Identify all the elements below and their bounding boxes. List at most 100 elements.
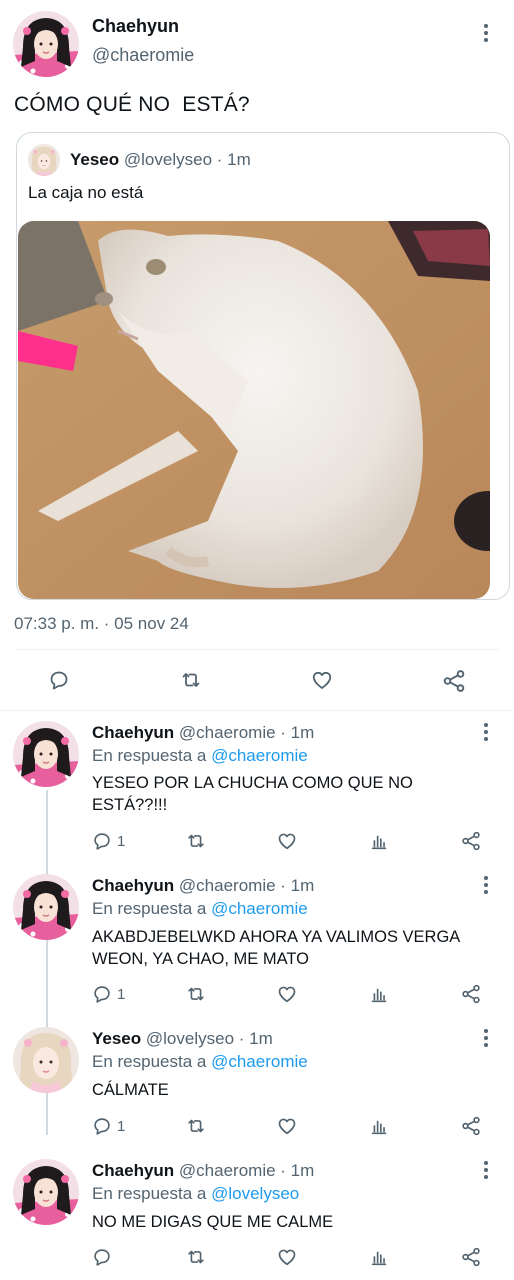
retweet-icon xyxy=(185,1246,207,1268)
heart-icon xyxy=(276,1246,298,1268)
heart-icon xyxy=(276,1115,298,1137)
reply-text: NO ME DIGAS QUE ME CALME xyxy=(92,1213,334,1231)
avatar[interactable] xyxy=(13,1027,79,1093)
retweet-icon xyxy=(185,1115,207,1137)
reply-text: AKABDJEBELWKD AHORA YA VALIMOS VERGA WEO… xyxy=(92,928,460,968)
reply-button[interactable]: 1 xyxy=(91,1115,125,1137)
reply-count: 1 xyxy=(117,832,126,850)
share-icon xyxy=(460,983,482,1005)
author-name[interactable]: Chaehyun xyxy=(92,1161,174,1180)
share-button[interactable] xyxy=(441,668,467,694)
avatar[interactable] xyxy=(13,721,79,787)
more-vertical-icon[interactable] xyxy=(476,1028,496,1048)
author-handle[interactable]: @lovelyseo xyxy=(146,1029,234,1048)
more-vertical-icon[interactable] xyxy=(476,1160,496,1180)
reply-button[interactable] xyxy=(91,1246,117,1268)
quoted-author-handle: @lovelyseo xyxy=(123,150,213,169)
mention-link[interactable]: @chaeromie xyxy=(211,746,308,765)
author-name[interactable]: Chaehyun xyxy=(92,876,174,895)
analytics-button[interactable] xyxy=(368,983,390,1005)
author-name[interactable]: Yeseo xyxy=(92,1029,141,1048)
like-button[interactable] xyxy=(276,1115,298,1137)
avatar[interactable] xyxy=(13,11,79,77)
share-button[interactable] xyxy=(460,830,482,852)
analytics-icon xyxy=(368,830,390,852)
quoted-image[interactable] xyxy=(18,221,490,599)
reply-context: En respuesta a @chaeromie xyxy=(92,899,308,919)
reply-context: En respuesta a @lovelyseo xyxy=(92,1184,299,1204)
share-icon xyxy=(441,668,467,694)
share-icon xyxy=(460,830,482,852)
share-icon xyxy=(460,1115,482,1137)
retweet-button[interactable] xyxy=(185,830,207,852)
quoted-avatar xyxy=(28,144,60,176)
reply-text: YESEO POR LA CHUCHA COMO QUE NO ESTÁ??!!… xyxy=(92,774,413,814)
reply-meta: Chaehyun @chaeromie · 1m xyxy=(92,1161,314,1181)
author-name[interactable]: Chaehyun xyxy=(92,16,179,37)
retweet-button[interactable] xyxy=(185,1115,207,1137)
heart-icon xyxy=(276,830,298,852)
timestamp: 07:33 p. m. · 05 nov 24 xyxy=(14,614,189,633)
retweet-button[interactable] xyxy=(185,983,207,1005)
author-handle[interactable]: @chaeromie xyxy=(179,723,276,742)
reply-button[interactable]: 1 xyxy=(91,830,125,852)
reply-context: En respuesta a @chaeromie xyxy=(92,746,308,766)
mention-link[interactable]: @lovelyseo xyxy=(211,1184,299,1203)
reply-text: CÁLMATE xyxy=(92,1081,169,1099)
retweet-icon xyxy=(185,983,207,1005)
share-button[interactable] xyxy=(460,1115,482,1137)
retweet-icon xyxy=(185,830,207,852)
reply-icon xyxy=(91,983,113,1005)
share-button[interactable] xyxy=(460,983,482,1005)
author-name[interactable]: Chaehyun xyxy=(92,723,174,742)
tweet-text: CÓMO QUÉ NO ESTÁ? xyxy=(14,93,250,116)
divider xyxy=(0,710,514,711)
mention-link[interactable]: @chaeromie xyxy=(211,1052,308,1071)
quoted-meta: Yeseo @lovelyseo · 1m xyxy=(70,150,251,170)
reply-meta: Yeseo @lovelyseo · 1m xyxy=(92,1029,273,1049)
reply-prefix: En respuesta a xyxy=(92,1184,207,1203)
avatar[interactable] xyxy=(13,874,79,940)
quoted-time: · 1m xyxy=(216,150,251,169)
reply-meta: Chaehyun @chaeromie · 1m xyxy=(92,723,314,743)
divider xyxy=(14,649,500,650)
retweet-button[interactable] xyxy=(178,668,204,692)
reply-icon xyxy=(47,668,71,692)
reply-time: · 1m xyxy=(238,1029,273,1048)
reply-button[interactable]: 1 xyxy=(91,983,125,1005)
reply-time: · 1m xyxy=(280,723,315,742)
reply-icon xyxy=(91,1115,113,1137)
author-handle[interactable]: @chaeromie xyxy=(92,45,194,66)
retweet-icon xyxy=(178,668,204,692)
analytics-icon xyxy=(368,1246,390,1268)
mention-link[interactable]: @chaeromie xyxy=(211,899,308,918)
quoted-author-name: Yeseo xyxy=(70,150,120,169)
reply-count: 1 xyxy=(117,1117,126,1135)
like-button[interactable] xyxy=(309,668,335,692)
more-vertical-icon[interactable] xyxy=(476,23,496,43)
more-vertical-icon[interactable] xyxy=(476,722,496,742)
reply-button[interactable] xyxy=(47,668,71,692)
avatar[interactable] xyxy=(13,1159,79,1225)
reply-icon xyxy=(91,830,113,852)
author-handle[interactable]: @chaeromie xyxy=(179,876,276,895)
analytics-button[interactable] xyxy=(368,830,390,852)
more-vertical-icon[interactable] xyxy=(476,875,496,895)
heart-icon xyxy=(276,983,298,1005)
reply-time: · 1m xyxy=(280,876,315,895)
analytics-button[interactable] xyxy=(368,1115,390,1137)
quoted-tweet[interactable]: Yeseo @lovelyseo · 1m La caja no está xyxy=(16,132,510,600)
reply-time: · 1m xyxy=(280,1161,315,1180)
retweet-button[interactable] xyxy=(185,1246,207,1268)
like-button[interactable] xyxy=(276,830,298,852)
like-button[interactable] xyxy=(276,983,298,1005)
heart-icon xyxy=(309,668,335,692)
analytics-button[interactable] xyxy=(368,1246,390,1268)
reply-prefix: En respuesta a xyxy=(92,899,207,918)
analytics-icon xyxy=(368,983,390,1005)
share-icon xyxy=(460,1246,482,1268)
like-button[interactable] xyxy=(276,1246,298,1268)
author-handle[interactable]: @chaeromie xyxy=(179,1161,276,1180)
share-button[interactable] xyxy=(460,1246,482,1268)
reply-icon xyxy=(91,1246,113,1268)
